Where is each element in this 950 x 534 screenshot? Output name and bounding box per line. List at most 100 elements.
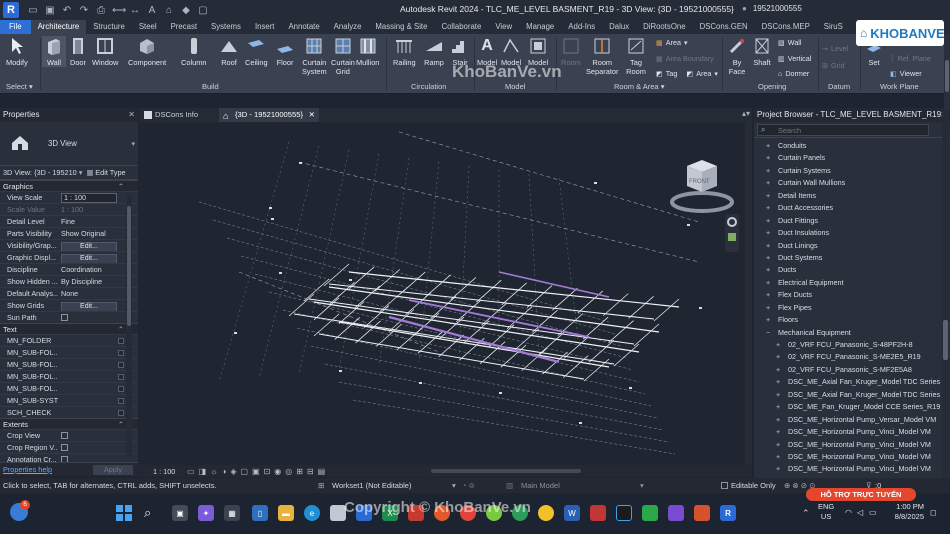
- browser-category[interactable]: + Electrical Equipment: [754, 277, 950, 289]
- editing-requests-icon[interactable]: ◔ ⊚: [462, 478, 475, 493]
- expand-icon[interactable]: +: [766, 289, 770, 301]
- measure-icon[interactable]: ⟷: [112, 5, 126, 16]
- browser-category[interactable]: + Floors: [754, 314, 950, 326]
- 3d-viewport[interactable]: FRONT: [139, 122, 752, 465]
- by-face-button[interactable]: By Face: [727, 36, 747, 76]
- mullion-button[interactable]: Mullion: [356, 36, 379, 67]
- ref-plane-button[interactable]: ┆ Ref. Plane: [890, 54, 931, 63]
- text-icon[interactable]: A: [146, 5, 158, 16]
- edit-button[interactable]: Edit...: [61, 302, 117, 311]
- browser-family[interactable]: + DSC_ME_Horizontal Pump_Vinci_Model VM: [754, 439, 950, 451]
- browser-scrollbar[interactable]: [942, 108, 949, 478]
- browser-category[interactable]: − Mechanical Equipment: [754, 327, 950, 339]
- browser-category[interactable]: + Duct Linings: [754, 240, 950, 252]
- expand-icon[interactable]: +: [776, 451, 780, 463]
- shadows-icon[interactable]: ◑: [221, 467, 226, 476]
- window-button[interactable]: Window: [92, 36, 118, 67]
- edge-icon[interactable]: e: [304, 505, 320, 521]
- close-views-icon[interactable]: ▢: [197, 5, 209, 16]
- browser-family[interactable]: + DSC_ME_Fan_Kruger_Model CCE Series_R19: [754, 401, 950, 413]
- expand-icon[interactable]: +: [776, 339, 780, 351]
- open-icon[interactable]: ▭: [27, 5, 39, 16]
- value-field[interactable]: [118, 350, 124, 356]
- render-icon[interactable]: ◈: [230, 467, 236, 476]
- support-button[interactable]: HỖ TRỢ TRỰC TUYẾN: [806, 488, 916, 501]
- wall-button[interactable]: Wall: [42, 36, 66, 67]
- vertical-opening-button[interactable]: ▥ Vertical: [778, 54, 811, 63]
- tab-file[interactable]: File: [0, 20, 31, 34]
- app-4-icon[interactable]: [668, 505, 684, 521]
- railing-button[interactable]: Railing: [393, 36, 416, 67]
- tag-room-button[interactable]: Tag Room: [626, 36, 646, 76]
- opening-wall-button[interactable]: ▧ Wall: [778, 38, 802, 47]
- tab-collaborate[interactable]: Collaborate: [434, 20, 488, 34]
- tab-dscons-info[interactable]: DSCons Info: [139, 108, 219, 122]
- navigation-bar[interactable]: [725, 214, 739, 252]
- dormer-button[interactable]: ⌂ Dormer: [778, 69, 809, 78]
- hide-isolate-icon[interactable]: ◉: [274, 467, 281, 476]
- curtain-system-button[interactable]: Curtain System: [302, 36, 327, 76]
- revit-taskbar-icon[interactable]: R: [720, 505, 736, 521]
- graphics-section[interactable]: Graphics ⌃: [0, 180, 138, 191]
- browser-family[interactable]: +02_VRF FCU_Panasonic_S-ME2E5_R19: [754, 351, 950, 363]
- expand-icon[interactable]: +: [766, 190, 770, 202]
- horizontal-scrollbar[interactable]: [431, 469, 581, 473]
- analytical-model-icon[interactable]: ⊟: [307, 467, 314, 476]
- modify-button[interactable]: Modify: [6, 36, 28, 67]
- collapse-icon[interactable]: −: [766, 327, 770, 339]
- design-option-selector[interactable]: Main Model: [521, 478, 560, 493]
- worksharing-icon[interactable]: ⊞: [296, 467, 303, 476]
- print-icon[interactable]: ⎙: [95, 5, 107, 16]
- tab-3d-view[interactable]: ⌂ {3D - 19521000555} ✕: [219, 108, 319, 122]
- phone-link-icon[interactable]: ▯: [252, 505, 268, 521]
- crop-view-icon[interactable]: ▢: [240, 467, 248, 476]
- extent-checkbox[interactable]: [61, 432, 68, 439]
- tab-insert[interactable]: Insert: [248, 20, 282, 34]
- app-5-icon[interactable]: [694, 505, 710, 521]
- browser-family[interactable]: +02_VRF FCU_Panasonic_S-48PF2H-8: [754, 339, 950, 351]
- revit-logo-icon[interactable]: R: [3, 2, 19, 18]
- scrollbar-thumb[interactable]: [127, 206, 131, 326]
- redo-icon[interactable]: ↷: [78, 5, 90, 16]
- floor-button[interactable]: Floor: [275, 36, 295, 67]
- expand-icon[interactable]: +: [766, 152, 770, 164]
- browser-category[interactable]: + Duct Insulations: [754, 227, 950, 239]
- value-field[interactable]: [118, 386, 124, 392]
- sections-icon[interactable]: ◆: [180, 5, 192, 16]
- widgets-icon[interactable]: ▦: [224, 505, 240, 521]
- ribbon-scrollbar[interactable]: [944, 34, 950, 110]
- ramp-button[interactable]: Ramp: [424, 36, 444, 67]
- browser-category[interactable]: + Detail Items: [754, 190, 950, 202]
- view-scale[interactable]: 1 : 100: [153, 467, 175, 476]
- tab-dscons-mep[interactable]: DSCons.MEP: [755, 20, 817, 34]
- tab-list-icon[interactable]: ▴▾: [742, 109, 750, 118]
- expand-icon[interactable]: +: [766, 264, 770, 276]
- extent-checkbox[interactable]: [61, 444, 68, 451]
- room-button[interactable]: Room: [561, 36, 581, 67]
- app-3-icon[interactable]: [642, 505, 658, 521]
- tab-architecture[interactable]: Architecture: [30, 20, 87, 34]
- browser-category[interactable]: + Duct Accessories: [754, 202, 950, 214]
- viewcube-compass[interactable]: [670, 191, 734, 213]
- edit-button[interactable]: Edit...: [61, 254, 117, 263]
- detail-level-icon[interactable]: ▭: [187, 467, 195, 476]
- edit-button[interactable]: Edit...: [61, 242, 117, 251]
- room-area-panel-label[interactable]: Room & Area ▾: [614, 82, 664, 91]
- expand-icon[interactable]: +: [776, 351, 780, 363]
- expand-icon[interactable]: +: [766, 165, 770, 177]
- browser-family[interactable]: + DSC_ME_Horizontal Pump_Versar_Model VM: [754, 414, 950, 426]
- value-field[interactable]: [118, 410, 124, 416]
- browser-category[interactable]: + Flex Ducts: [754, 289, 950, 301]
- lock-icon[interactable]: ⊡: [264, 467, 271, 476]
- expand-icon[interactable]: +: [766, 202, 770, 214]
- browser-category[interactable]: + Conduits: [754, 140, 950, 152]
- tab-dalux[interactable]: Dalux: [602, 20, 636, 34]
- tab-massing-site[interactable]: Massing & Site: [368, 20, 434, 34]
- word-icon[interactable]: W: [564, 505, 580, 521]
- tab-add-ins[interactable]: Add-Ins: [561, 20, 602, 34]
- tab-precast[interactable]: Precast: [164, 20, 204, 34]
- expand-icon[interactable]: +: [776, 426, 780, 438]
- tab-dirootsone[interactable]: DiRootsOne: [636, 20, 692, 34]
- view-scale-field[interactable]: 1 : 100: [61, 193, 117, 203]
- workset-selector[interactable]: Workset1 (Not Editable): [332, 478, 411, 493]
